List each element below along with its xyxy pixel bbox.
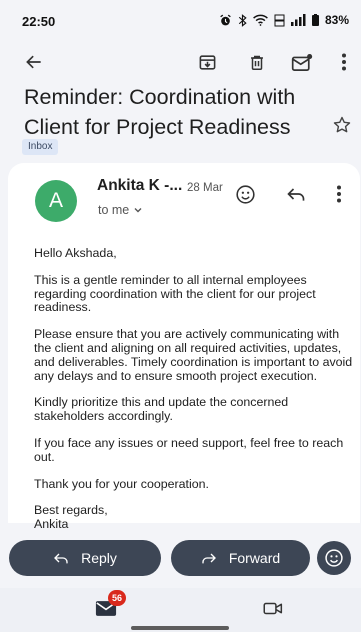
email-subject: Reminder: Coordination with Client for P… xyxy=(24,85,296,139)
archive-button[interactable] xyxy=(193,48,221,76)
email-greeting: Hello Akshada, xyxy=(34,246,117,260)
message-more-options-button[interactable] xyxy=(326,181,352,207)
volte-icon xyxy=(274,14,285,27)
more-vert-icon xyxy=(342,53,346,71)
nav-mail[interactable]: 56 xyxy=(86,590,126,622)
mark-unread-icon xyxy=(291,53,313,71)
back-arrow-icon xyxy=(26,55,41,69)
email-paragraph: Kindly prioritize this and update the co… xyxy=(34,395,289,424)
delete-icon xyxy=(251,55,263,70)
chevron-down-icon xyxy=(134,208,142,213)
email-signature: Best regards, Ankita xyxy=(34,503,356,532)
reply-icon xyxy=(54,553,68,564)
more-options-button[interactable] xyxy=(330,48,358,76)
signal-icon xyxy=(290,14,306,26)
email-body: Hello Akshada, This is a gentle reminder… xyxy=(34,246,356,532)
email-paragraph: This is a gentle reminder to all interna… xyxy=(34,272,316,315)
delete-button[interactable] xyxy=(243,48,271,76)
reply-button-header[interactable] xyxy=(283,181,309,207)
email-screen: 22:50 83% Reminder: Coordination with Cl… xyxy=(0,0,361,632)
add-reaction-button[interactable] xyxy=(232,181,258,207)
recipient-details-toggle[interactable]: to me xyxy=(98,203,143,217)
sender-avatar[interactable]: A xyxy=(35,180,77,222)
email-closing: Best regards, xyxy=(34,503,108,518)
reply-label: Reply xyxy=(81,550,117,566)
battery-percentage: 83% xyxy=(324,13,349,27)
back-button[interactable] xyxy=(20,48,48,76)
inbox-label-chip[interactable]: Inbox xyxy=(22,139,59,155)
mail-unread-badge: 56 xyxy=(108,590,126,606)
star-button[interactable] xyxy=(330,113,354,137)
meet-video-icon xyxy=(263,602,283,614)
email-message-card: A Ankita K -... 28 Mar to me Hello Aksha… xyxy=(8,163,360,531)
alarm-icon xyxy=(219,14,232,27)
email-paragraph: If you face any issues or need support, … xyxy=(34,435,344,464)
forward-button[interactable]: Forward xyxy=(171,540,310,576)
sender-name[interactable]: Ankita K -... xyxy=(97,177,182,195)
home-indicator xyxy=(131,626,229,630)
forward-icon xyxy=(202,553,216,564)
emoji-icon xyxy=(235,184,255,204)
archive-icon xyxy=(199,54,215,70)
email-paragraph: Please ensure that you are actively comm… xyxy=(34,327,353,383)
status-bar: 22:50 83% xyxy=(0,0,361,38)
wifi-icon xyxy=(253,14,268,26)
reply-button[interactable]: Reply xyxy=(9,540,161,576)
email-date: 28 Mar xyxy=(187,182,223,194)
react-button[interactable] xyxy=(317,541,351,575)
forward-label: Forward xyxy=(228,550,281,566)
mark-unread-button[interactable] xyxy=(288,48,316,76)
emoji-icon xyxy=(325,549,343,567)
email-signature-name: Ankita xyxy=(34,517,69,532)
nav-meet[interactable] xyxy=(253,594,293,622)
bluetooth-icon xyxy=(238,13,247,27)
app-bar xyxy=(0,44,361,80)
star-icon xyxy=(333,116,351,133)
status-time: 22:50 xyxy=(22,14,56,29)
reply-icon xyxy=(287,188,305,201)
email-paragraph: Thank you for your cooperation. xyxy=(34,476,209,491)
battery-icon xyxy=(311,14,319,26)
status-icons: 83% xyxy=(219,11,349,29)
more-vert-icon xyxy=(337,185,341,203)
recipient-label: to me xyxy=(98,203,130,217)
